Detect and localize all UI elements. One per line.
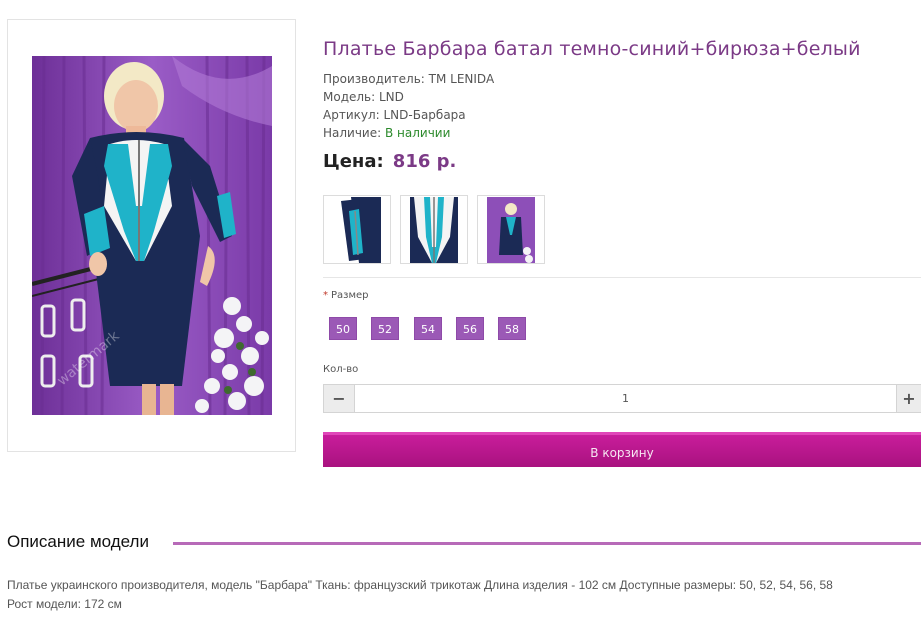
required-marker: * xyxy=(323,290,328,301)
product-photo[interactable]: watermark xyxy=(32,56,272,415)
sku-info: Артикул: LND-Барбара xyxy=(323,108,466,122)
availability-value: В наличии xyxy=(385,126,451,140)
size-option-54[interactable]: 54 xyxy=(414,317,442,340)
product-title: Платье Барбара батал темно-синий+бирюза+… xyxy=(323,38,861,60)
plus-icon: + xyxy=(902,389,916,408)
availability-info: Наличие: В наличии xyxy=(323,126,450,140)
main-image-frame[interactable]: watermark xyxy=(7,19,296,452)
description-heading-line xyxy=(173,542,921,545)
thumbnail-full-graphic xyxy=(487,197,535,263)
size-option-58[interactable]: 58 xyxy=(498,317,526,340)
manufacturer-info: Производитель: TM LENIDA xyxy=(323,72,495,86)
size-option-52[interactable]: 52 xyxy=(371,317,399,340)
add-to-cart-button[interactable]: В корзину xyxy=(323,432,921,467)
quantity-increase-button[interactable]: + xyxy=(896,384,921,413)
quantity-label: Кол-во xyxy=(323,364,359,375)
size-label-text: Размер xyxy=(331,290,369,301)
size-label: * Размер xyxy=(323,290,369,301)
product-photo-graphic: watermark xyxy=(32,56,272,415)
description-text-line1: Платье украинского производителя, модель… xyxy=(7,578,833,592)
price-label: Цена: xyxy=(323,151,384,172)
size-option-56[interactable]: 56 xyxy=(456,317,484,340)
options-divider xyxy=(323,277,921,278)
thumbnail-sleeve[interactable] xyxy=(323,195,391,264)
quantity-input[interactable] xyxy=(355,384,896,413)
model-info: Модель: LND xyxy=(323,90,404,104)
quantity-decrease-button[interactable]: − xyxy=(323,384,355,413)
price: Цена: 816 р. xyxy=(323,151,456,172)
thumbnail-full[interactable] xyxy=(477,195,545,264)
thumbnail-front-graphic xyxy=(410,197,458,263)
availability-label: Наличие: xyxy=(323,126,382,140)
description-heading: Описание модели xyxy=(7,532,149,551)
price-value: 816 р. xyxy=(392,151,457,172)
size-option-50[interactable]: 50 xyxy=(329,317,357,340)
thumbnail-sleeve-graphic xyxy=(333,197,381,263)
thumbnail-front[interactable] xyxy=(400,195,468,264)
minus-icon: − xyxy=(332,389,346,408)
description-text-line2: Рост модели: 172 см xyxy=(7,597,122,611)
